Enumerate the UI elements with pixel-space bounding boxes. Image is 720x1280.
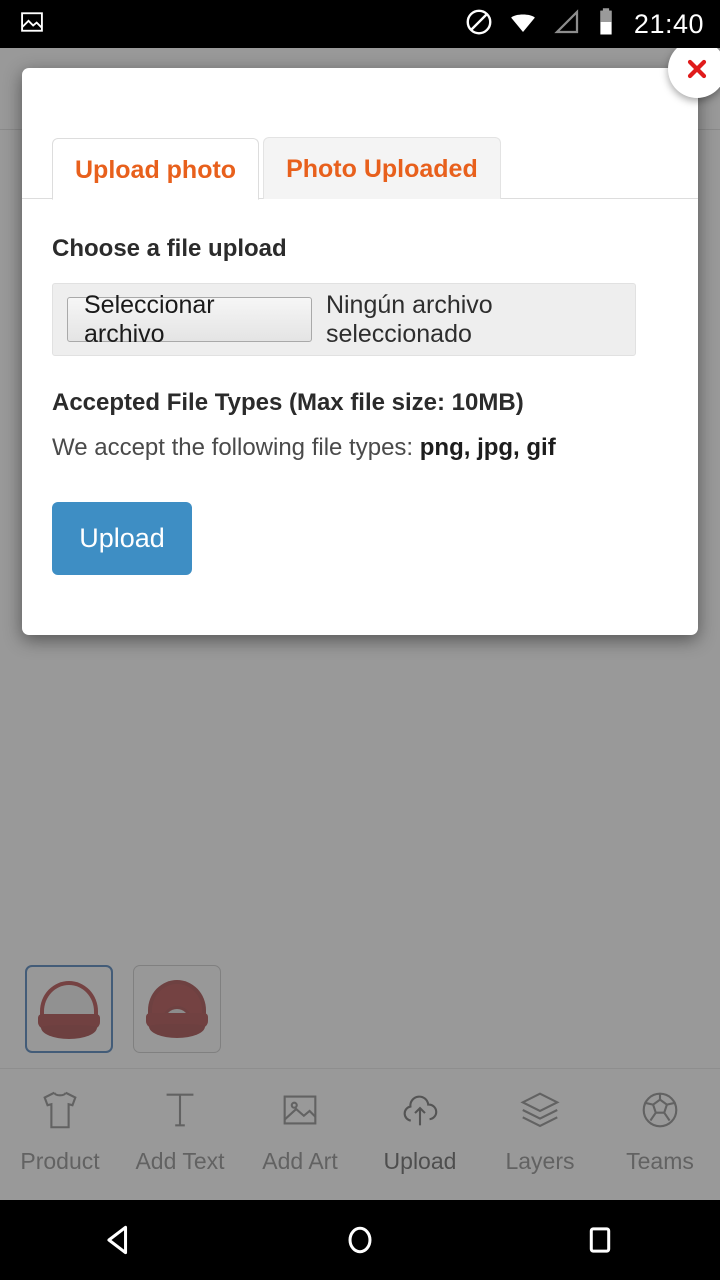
file-input[interactable]: Seleccionar archivo Ningún archivo selec…: [52, 283, 636, 357]
accepted-types-prefix: We accept the following file types:: [52, 433, 420, 461]
status-bar-clock: 21:40: [633, 8, 704, 39]
file-selection-status: Ningún archivo seleccionado: [325, 290, 493, 348]
tab-upload-photo[interactable]: Upload photo: [52, 138, 260, 200]
recents-button[interactable]: [530, 1200, 670, 1280]
choose-file-heading: Choose a file upload: [52, 235, 287, 262]
circle-home-icon: [348, 1226, 372, 1254]
android-nav-bar: [0, 1200, 720, 1280]
close-icon: [687, 59, 707, 79]
battery-icon: [596, 7, 616, 42]
tab-photo-uploaded-label: Photo Uploaded: [286, 155, 478, 183]
close-button[interactable]: [668, 40, 720, 98]
tab-upload-photo-label: Upload photo: [75, 156, 237, 184]
upload-button[interactable]: Upload: [52, 502, 192, 576]
accepted-file-types-heading: Accepted File Types (Max file size: 10MB…: [52, 389, 524, 417]
triangle-back-icon: [107, 1225, 128, 1255]
photo-icon: [18, 8, 46, 41]
accepted-types-list: png, jpg, gif: [419, 433, 556, 461]
back-button[interactable]: [50, 1200, 190, 1280]
wifi-icon: [508, 7, 538, 42]
square-recents-icon: [589, 1227, 611, 1253]
tab-photo-uploaded[interactable]: Photo Uploaded: [263, 137, 501, 199]
choose-file-button[interactable]: Seleccionar archivo: [67, 291, 312, 348]
home-button[interactable]: [290, 1200, 430, 1280]
status-bar-left: [18, 8, 46, 41]
upload-photo-modal: Upload photo Photo Uploaded Choose a fil…: [22, 40, 720, 635]
accepted-file-types-description: We accept the following file types: png,…: [52, 433, 668, 461]
modal-body: Choose a file upload Seleccionar archivo…: [22, 199, 698, 576]
do-not-disturb-icon: [464, 7, 494, 42]
status-bar: 21:40: [0, 0, 720, 48]
modal-tab-strip: Upload photo Photo Uploaded: [22, 137, 698, 200]
status-bar-right: 21:40: [464, 7, 704, 42]
signal-icon: [552, 7, 582, 42]
phone-screen: Product Add Text Add A: [0, 0, 720, 1280]
